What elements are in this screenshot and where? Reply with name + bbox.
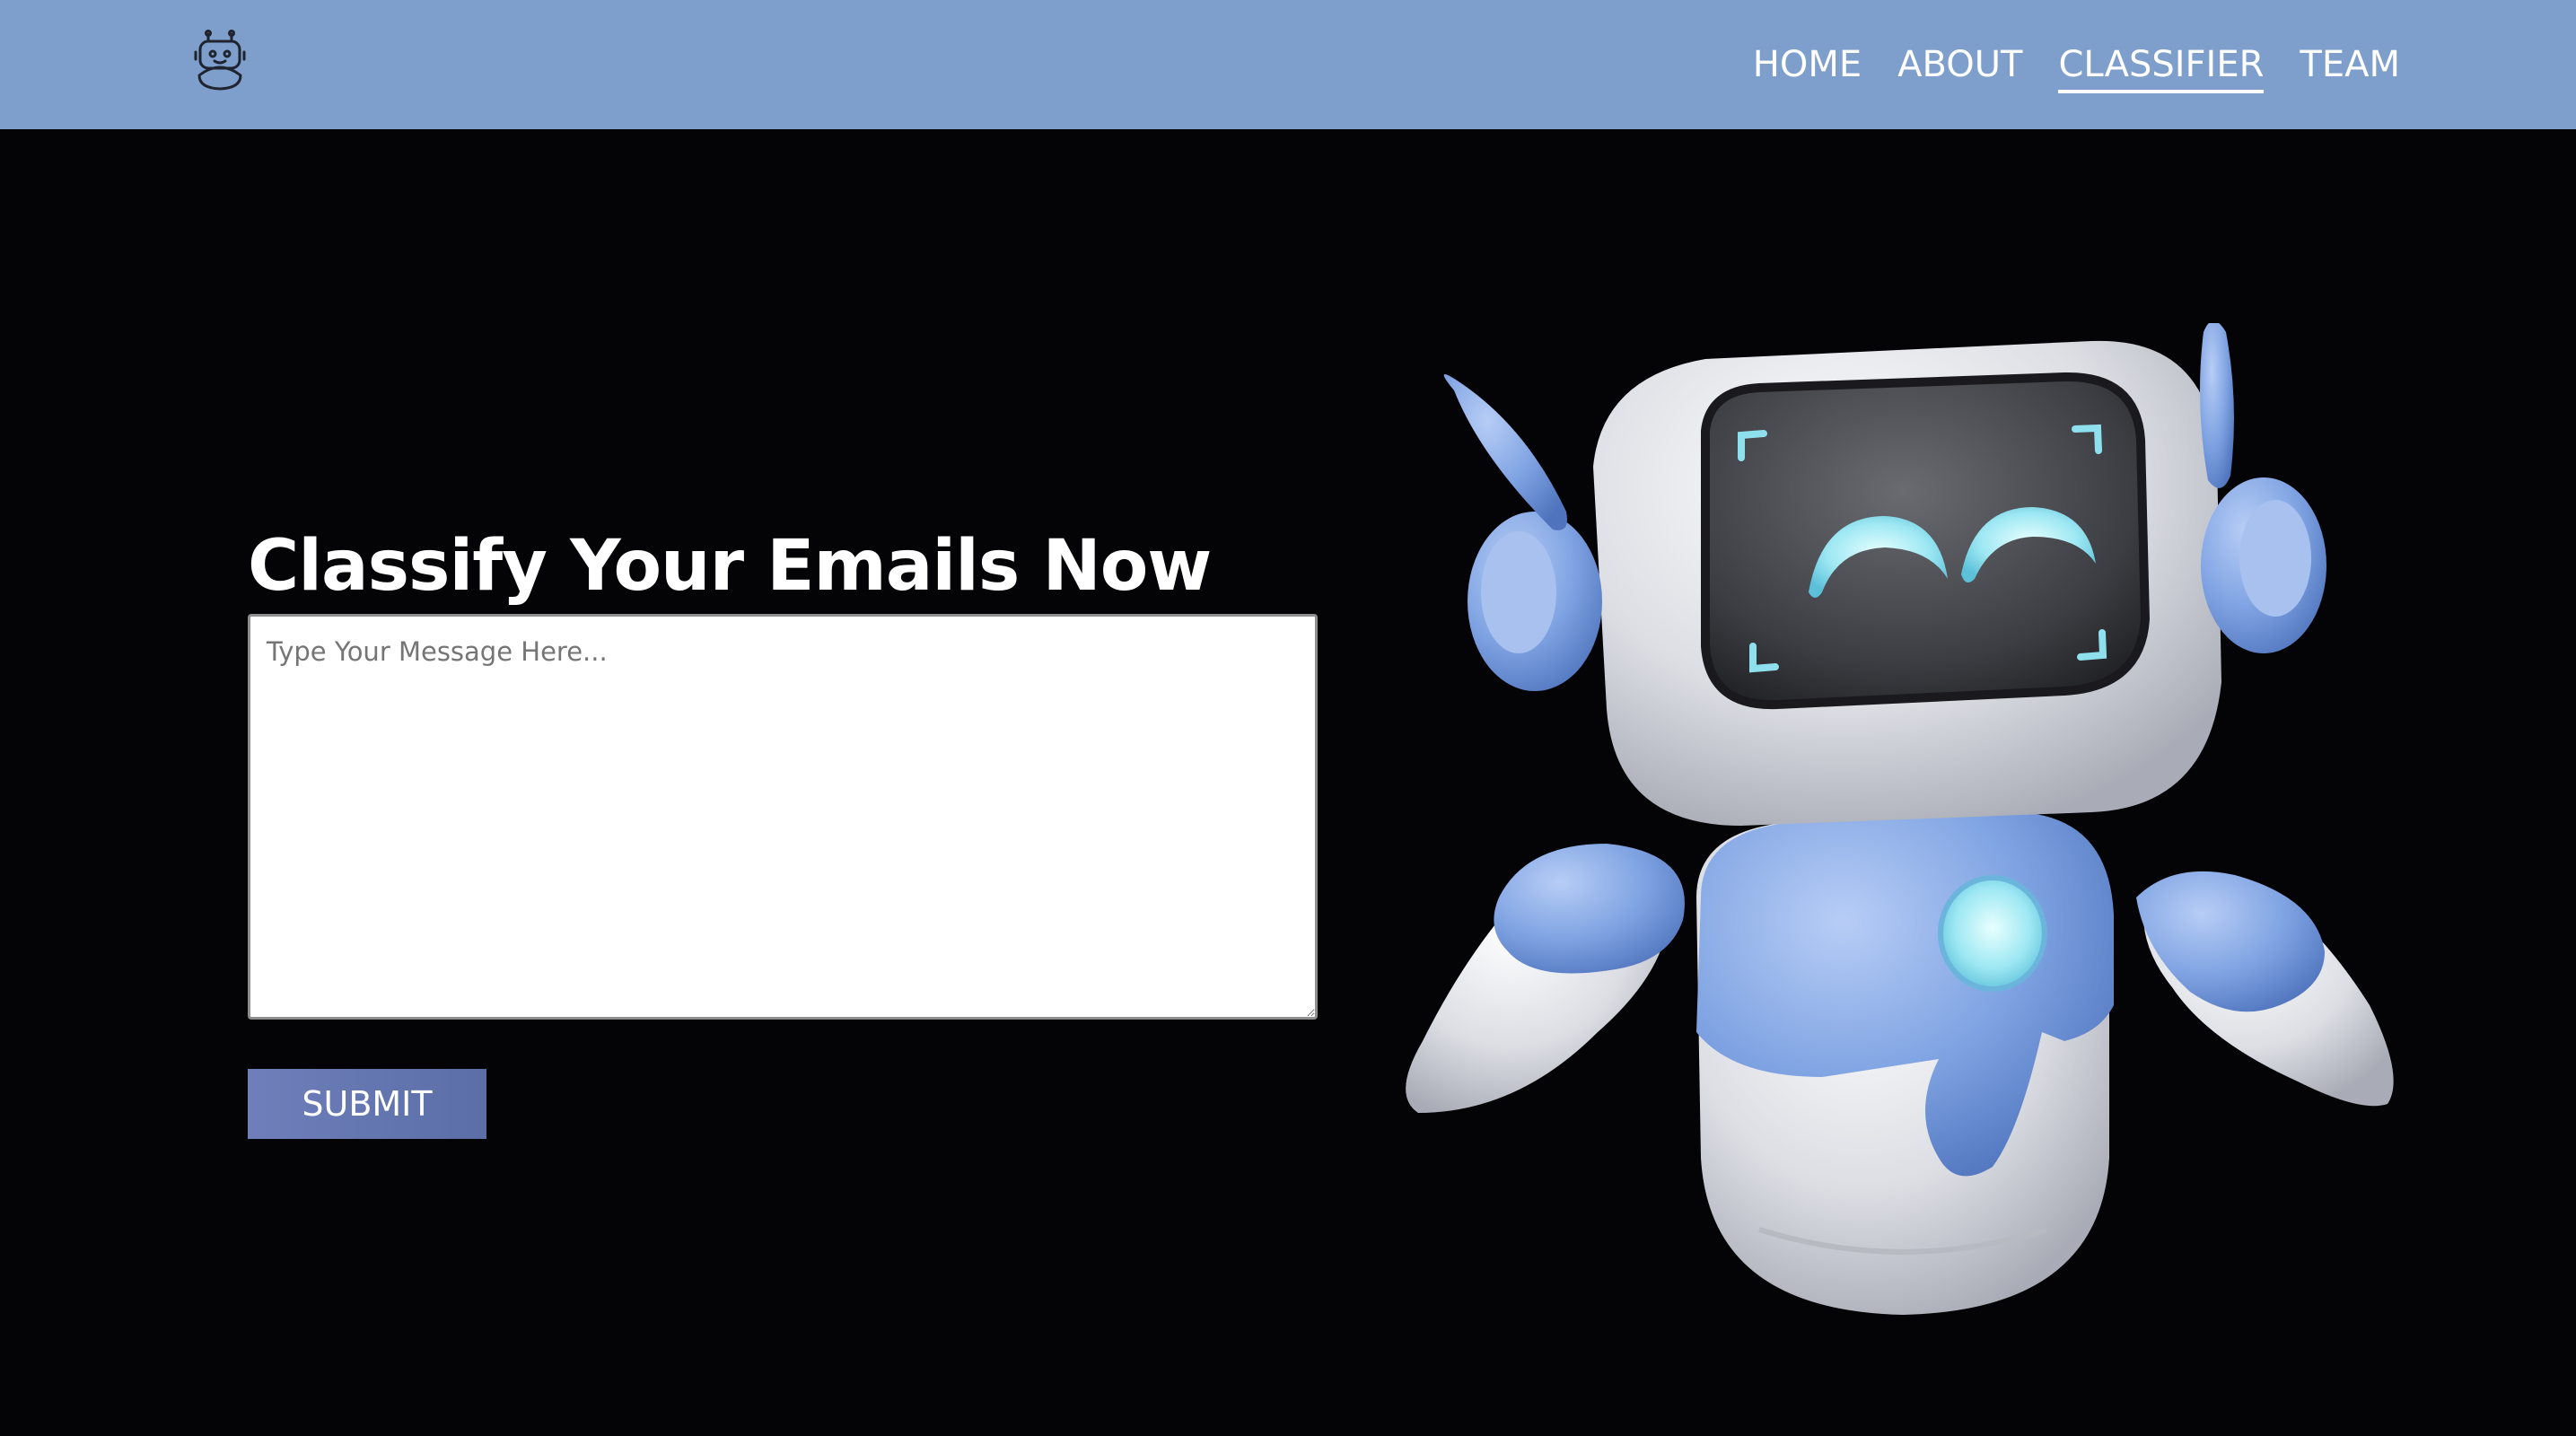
nav-links: HOME ABOUT CLASSIFIER TEAM: [1753, 39, 2400, 93]
nav-about-link[interactable]: ABOUT: [1897, 39, 2022, 93]
submit-button[interactable]: SUBMIT: [248, 1069, 486, 1139]
page-title: Classify Your Emails Now: [248, 526, 1212, 607]
nav-home-link[interactable]: HOME: [1753, 39, 1862, 93]
nav-team-link[interactable]: TEAM: [2300, 39, 2400, 93]
navbar: HOME ABOUT CLASSIFIER TEAM: [0, 0, 2576, 129]
robot-illustration: [1406, 323, 2394, 1315]
robot-logo-icon[interactable]: [190, 29, 250, 92]
nav-classifier-link[interactable]: CLASSIFIER: [2058, 39, 2265, 93]
message-input[interactable]: [248, 614, 1318, 1020]
